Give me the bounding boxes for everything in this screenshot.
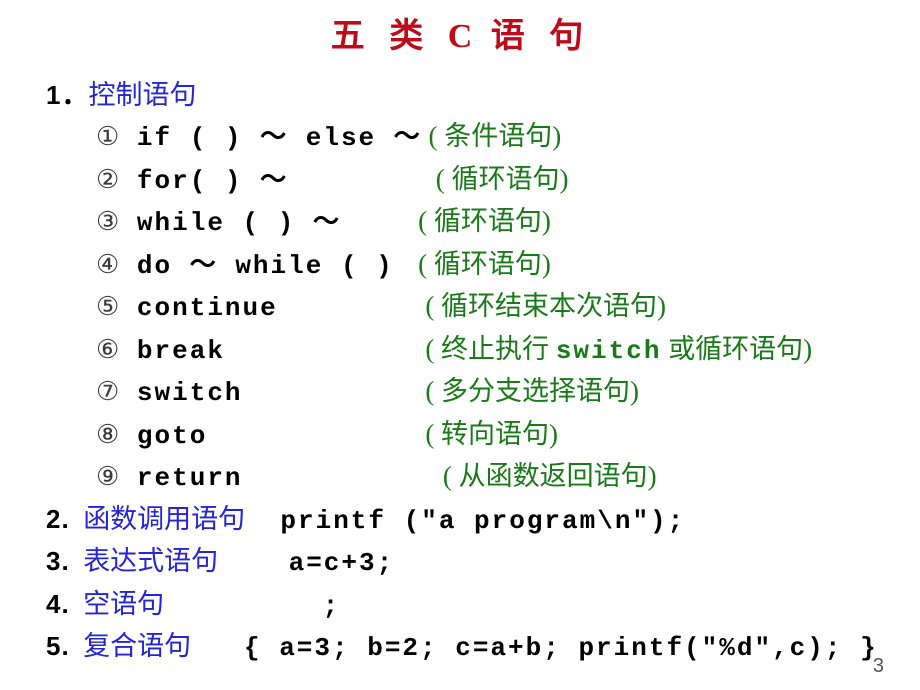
dot-1: ．: [61, 80, 88, 110]
circ-2: ②: [96, 165, 119, 194]
code-continue: continue: [119, 293, 418, 323]
note-goto: ( 转向语句): [419, 419, 558, 449]
item-9: ⑨ return ( 从函数返回语句): [46, 456, 880, 499]
item-8: ⑧ goto ( 转向语句): [46, 414, 880, 457]
code-expr: a=c+3;: [218, 548, 394, 578]
num-5: 5.: [46, 631, 70, 661]
code-while: while ( ) ～: [119, 208, 411, 238]
section-1-header: 1．控制语句: [46, 75, 880, 116]
title-c: C: [448, 18, 475, 55]
code-for: for( ) ～: [119, 166, 429, 196]
label-expr: 表达式语句: [83, 546, 218, 576]
circ-7: ⑦: [96, 377, 119, 406]
num-2: 2.: [46, 504, 70, 534]
item-5: ⑤ continue ( 循环结束本次语句): [46, 286, 880, 329]
num-3: 3.: [46, 546, 70, 576]
circ-4: ④: [96, 250, 119, 279]
item-6: ⑥ break ( 终止执行 switch 或循环语句): [46, 329, 880, 372]
code-dowhile: do ～ while ( ): [119, 251, 411, 281]
num-4: 4.: [46, 589, 70, 619]
code-printf: printf ("a program\n");: [245, 506, 685, 536]
note-dowhile: ( 循环语句): [411, 249, 550, 279]
note-for: ( 循环语句): [429, 164, 568, 194]
item-2: ② for( ) ～ ( 循环语句): [46, 159, 880, 202]
item-4: ④ do ～ while ( ) ( 循环语句): [46, 244, 880, 287]
slide-title: 五 类 C 语 句: [42, 8, 880, 57]
title-part1: 五 类: [331, 18, 448, 55]
section-5: 5. 复合语句 { a=3; b=2; c=a+b; printf("%d",c…: [46, 626, 880, 669]
title-part2: 语 句: [474, 18, 591, 55]
note-break-mono: switch: [556, 336, 662, 366]
note-return: ( 从函数返回语句): [436, 461, 656, 491]
section-4: 4. 空语句 ;: [46, 584, 880, 627]
code-switch: switch: [119, 378, 418, 408]
note-break-pre: ( 终止执行: [419, 334, 556, 364]
circ-1: ①: [96, 122, 119, 151]
circ-6: ⑥: [96, 335, 119, 364]
item-3: ③ while ( ) ～ ( 循环语句): [46, 201, 880, 244]
section-2: 2. 函数调用语句 printf ("a program\n");: [46, 499, 880, 542]
code-empty: ;: [164, 591, 340, 621]
page-number: 3: [873, 655, 884, 678]
num-1: 1: [46, 80, 61, 110]
label-control: 控制语句: [88, 80, 196, 110]
slide: 五 类 C 语 句 1．控制语句 ① if ( ) ～ else ～ ( 条件语…: [0, 0, 920, 677]
circ-9: ⑨: [96, 462, 119, 491]
circ-8: ⑧: [96, 420, 119, 449]
code-break: break: [119, 336, 418, 366]
note-break-post: 或循环语句): [661, 334, 812, 364]
note-switch: ( 多分支选择语句): [419, 376, 639, 406]
content: 1．控制语句 ① if ( ) ～ else ～ ( 条件语句) ② for( …: [42, 75, 880, 669]
label-compound: 复合语句: [83, 631, 191, 661]
note-continue: ( 循环结束本次语句): [419, 291, 666, 321]
label-funccall: 函数调用语句: [83, 504, 245, 534]
label-empty: 空语句: [83, 589, 164, 619]
note-while: ( 循环语句): [411, 206, 550, 236]
section-3: 3. 表达式语句 a=c+3;: [46, 541, 880, 584]
item-7: ⑦ switch ( 多分支选择语句): [46, 371, 880, 414]
circ-3: ③: [96, 207, 119, 236]
code-if: if ( ) ～ else ～: [119, 123, 421, 153]
code-return: return: [119, 463, 436, 493]
code-goto: goto: [119, 421, 418, 451]
circ-5: ⑤: [96, 292, 119, 321]
note-if: ( 条件语句): [422, 121, 561, 151]
code-compound: { a=3; b=2; c=a+b; printf("%d",c); }: [191, 633, 878, 663]
item-1: ① if ( ) ～ else ～ ( 条件语句): [46, 116, 880, 159]
note-break: ( 终止执行 switch 或循环语句): [419, 334, 813, 364]
